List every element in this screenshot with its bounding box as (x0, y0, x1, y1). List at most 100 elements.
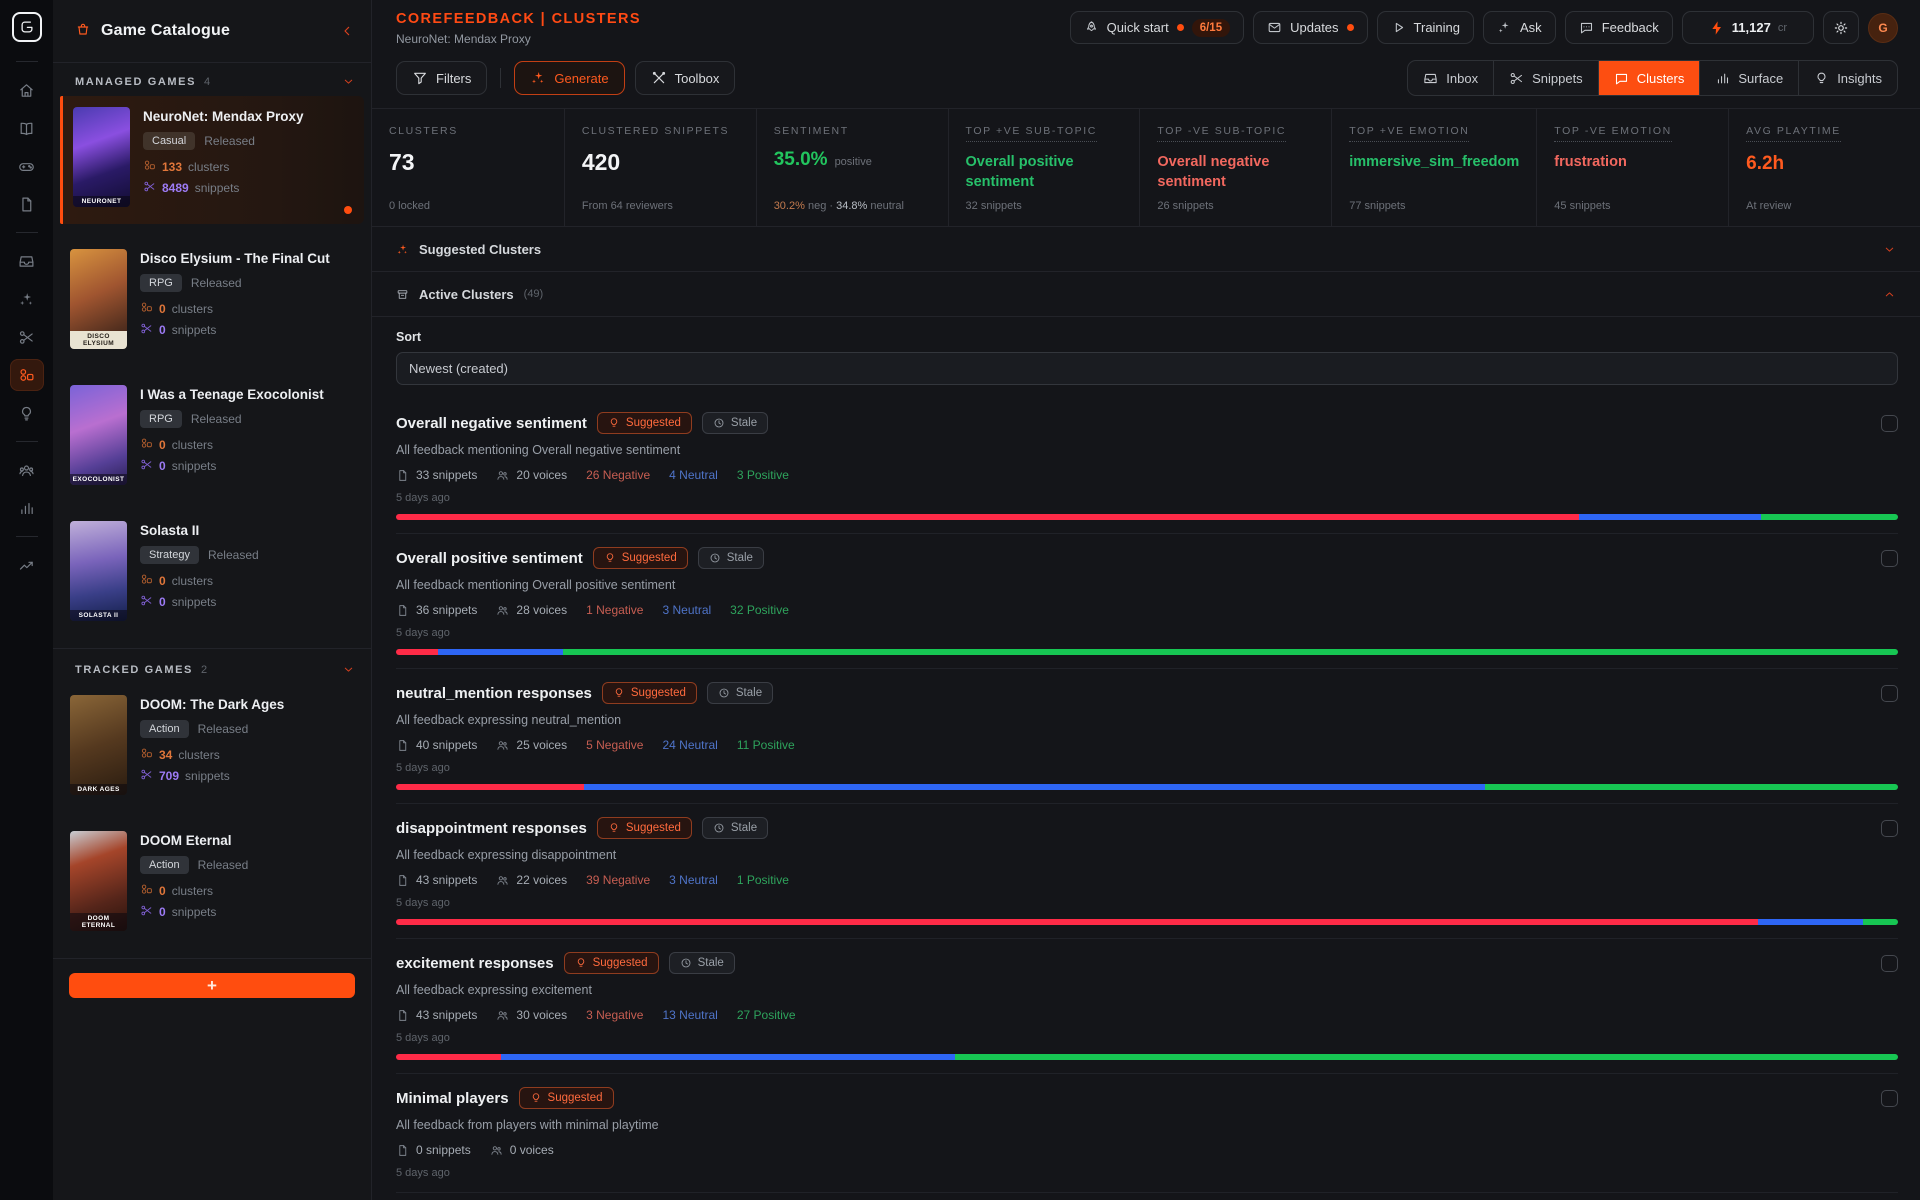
bar-chart-icon[interactable] (10, 492, 44, 524)
game-card-disco-elysium[interactable]: DISCO ELYSIUM Disco Elysium - The Final … (60, 238, 364, 360)
document-icon[interactable] (10, 188, 44, 220)
credits-amount: 11,127 (1732, 20, 1771, 35)
toolbox-button[interactable]: Toolbox (635, 61, 736, 95)
snippets-scissors-icon (143, 180, 156, 196)
training-button[interactable]: Training (1377, 11, 1474, 44)
snippet-count: 43 snippets (416, 873, 477, 887)
tracked-games-section-header[interactable]: TRACKED GAMES 2 (53, 651, 371, 684)
cluster-card[interactable]: disappointment responses Suggested Stale… (396, 804, 1898, 939)
chevron-down-icon[interactable] (1883, 243, 1896, 256)
snippets-scissors-icon[interactable] (10, 321, 44, 353)
filters-button[interactable]: Filters (396, 61, 487, 95)
game-card-doom-eternal[interactable]: DOOM ETERNAL DOOM Eternal ActionReleased… (60, 820, 364, 942)
tracked-games-count: 2 (201, 664, 208, 676)
game-card-solasta[interactable]: SOLASTA II Solasta II StrategyReleased 0… (60, 510, 364, 632)
managed-games-section-header[interactable]: MANAGED GAMES 4 (53, 63, 371, 96)
credits-balance[interactable]: 11,127 cr (1682, 11, 1814, 44)
gamepad-icon[interactable] (10, 150, 44, 182)
quick-start-button[interactable]: Quick start 6/15 (1070, 11, 1245, 44)
cluster-checkbox[interactable] (1881, 415, 1898, 432)
cluster-description: All feedback expressing neutral_mention (396, 713, 1898, 727)
cluster-card[interactable]: neutral_mention responses Suggested Stal… (396, 669, 1898, 804)
game-card-doom-dark-ages[interactable]: DARK AGES DOOM: The Dark Ages ActionRele… (60, 684, 364, 806)
lightbulb-icon (604, 552, 616, 564)
updates-button[interactable]: Updates (1253, 11, 1367, 44)
breadcrumb: COREFEEDBACK | CLUSTERS (396, 11, 641, 27)
insights-lightbulb-icon[interactable] (10, 397, 44, 429)
clustered-snippets-value: 420 (582, 149, 739, 176)
theme-toggle-button[interactable] (1823, 11, 1859, 44)
tab-inbox[interactable]: Inbox (1408, 61, 1493, 95)
sentiment-bar (396, 919, 1898, 925)
collapse-sidebar-icon[interactable] (339, 23, 355, 39)
cluster-card[interactable]: excitement responses Suggested Stale All… (396, 939, 1898, 1074)
tracked-games-label: TRACKED GAMES (75, 664, 193, 676)
tab-clusters[interactable]: Clusters (1598, 61, 1700, 95)
users-icon (490, 1144, 503, 1157)
negative-count: 39 Negative (586, 873, 650, 887)
suggested-clusters-section[interactable]: Suggested Clusters (372, 227, 1920, 272)
app-logo[interactable] (12, 12, 42, 42)
quick-start-progress-badge: 6/15 (1192, 19, 1230, 37)
ask-button[interactable]: Ask (1483, 11, 1556, 44)
cluster-checkbox[interactable] (1881, 685, 1898, 702)
cluster-card[interactable]: Minimal players Suggested All feedback f… (396, 1074, 1898, 1193)
cluster-card[interactable]: Overall positive sentiment Suggested Sta… (396, 534, 1898, 669)
clusters-icon[interactable] (10, 359, 44, 391)
catalogue-book-icon[interactable] (10, 112, 44, 144)
stale-badge: Stale (702, 817, 768, 839)
release-status: Released (198, 722, 249, 736)
chevron-down-icon[interactable] (342, 663, 355, 676)
chevron-up-icon[interactable] (1883, 288, 1896, 301)
generate-button[interactable]: Generate (514, 61, 624, 95)
add-game-button[interactable]: + (69, 973, 355, 998)
cluster-checkbox[interactable] (1881, 1090, 1898, 1107)
trending-up-icon[interactable] (10, 549, 44, 581)
lightbulb-icon (1814, 71, 1829, 86)
inbox-icon[interactable] (10, 245, 44, 277)
home-icon[interactable] (10, 74, 44, 106)
clusters-icon (140, 573, 153, 589)
game-cover: SOLASTA II (70, 521, 127, 621)
sort-select[interactable]: Newest (created) (396, 352, 1898, 385)
cluster-card[interactable]: Suggested Stale (396, 1193, 1898, 1200)
lightbulb-icon (608, 417, 620, 429)
top-positive-emotion-value: immersive_sim_freedom (1349, 153, 1519, 173)
snippet-count: 43 snippets (416, 1008, 477, 1022)
view-tabs: Inbox Snippets Clusters Surface Insights (1407, 60, 1898, 96)
clusters-icon (140, 437, 153, 453)
generate-sparkles-icon[interactable] (10, 283, 44, 315)
user-avatar[interactable]: G (1868, 13, 1898, 43)
sentiment-bar (396, 784, 1898, 790)
cluster-card[interactable]: Overall negative sentiment Suggested Sta… (396, 399, 1898, 534)
community-users-icon[interactable] (10, 454, 44, 486)
game-name: Disco Elysium - The Final Cut (140, 251, 330, 266)
feedback-button[interactable]: Feedback (1565, 11, 1673, 44)
cluster-checkbox[interactable] (1881, 550, 1898, 567)
lightbulb-icon (608, 822, 620, 834)
cluster-age: 5 days ago (396, 492, 1898, 504)
top-positive-subtopic-value: Overall positive sentiment (966, 153, 1123, 192)
tools-icon (651, 70, 667, 86)
game-cover: EXOCOLONIST (70, 385, 127, 485)
active-clusters-section[interactable]: Active Clusters (49) (372, 272, 1920, 317)
game-card-exocolonist[interactable]: EXOCOLONIST I Was a Teenage Exocolonist … (60, 374, 364, 496)
sidebar-title: Game Catalogue (101, 22, 329, 40)
tab-surface[interactable]: Surface (1699, 61, 1798, 95)
cluster-title: disappointment responses (396, 820, 587, 837)
catalogue-bag-icon (75, 21, 91, 42)
top-negative-subtopic-value: Overall negative sentiment (1157, 153, 1314, 192)
speech-bubble-icon (1614, 71, 1629, 86)
cluster-checkbox[interactable] (1881, 820, 1898, 837)
suggested-badge: Suggested (593, 547, 688, 569)
stat-clusters: CLUSTERS 73 0 locked (372, 109, 564, 226)
users-icon (496, 874, 509, 887)
neutral-count: 4 Neutral (669, 468, 718, 482)
scissors-icon (1509, 71, 1524, 86)
cluster-checkbox[interactable] (1881, 955, 1898, 972)
game-card-neuronet[interactable]: NEURONET NeuroNet: Mendax Proxy CasualRe… (60, 96, 364, 224)
tab-snippets[interactable]: Snippets (1493, 61, 1598, 95)
sidebar-header: Game Catalogue (53, 0, 371, 63)
chevron-down-icon[interactable] (342, 75, 355, 88)
tab-insights[interactable]: Insights (1798, 61, 1897, 95)
